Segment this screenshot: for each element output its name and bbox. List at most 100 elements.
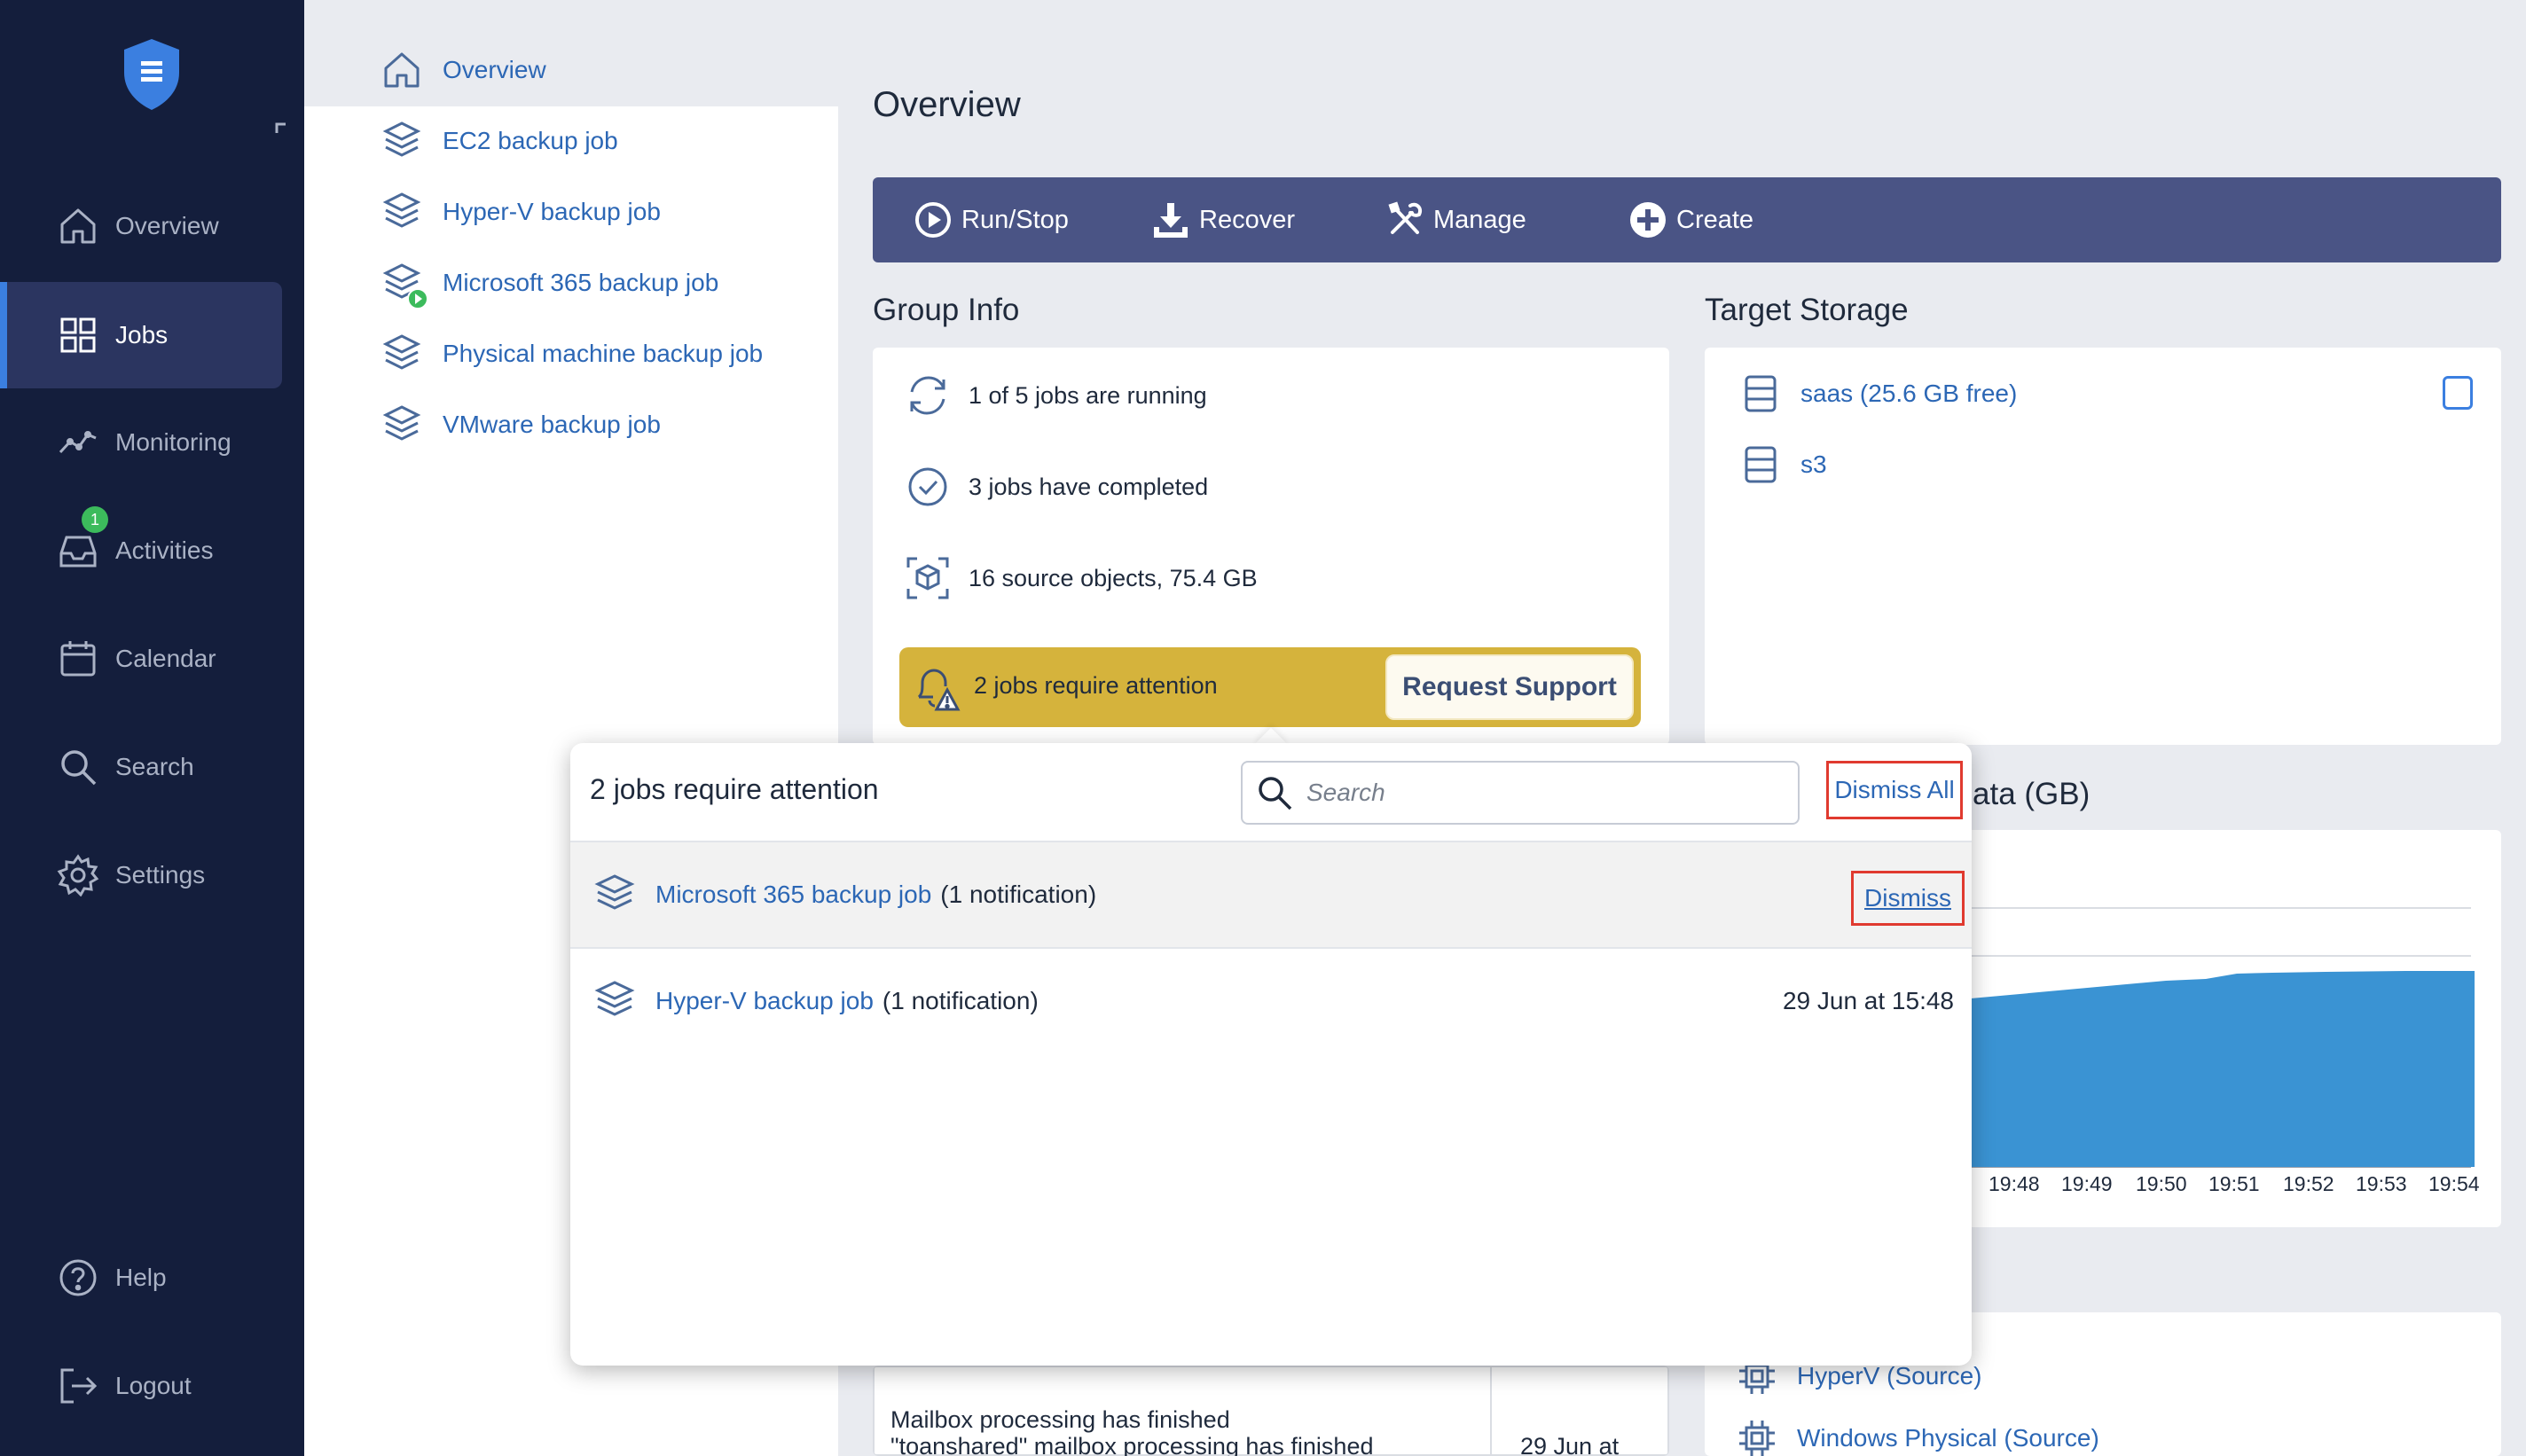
search-icon [55,744,101,790]
x-tick-label: 19:53 [2356,1172,2407,1195]
nav-label: Activities [115,536,214,564]
completed-text: 3 jobs have completed [969,473,1209,500]
target-storage-title: Target Storage [1705,293,1909,327]
completed-info: 3 jobs have completed [905,460,1208,513]
source-objects-info: 16 source objects, 75.4 GB [905,552,1258,605]
event-message: Mailbox processing has finished [890,1406,1230,1433]
nav-label: Search [115,753,194,780]
nav-label: Calendar [115,645,216,672]
nav-activities[interactable]: 1 Activities [0,497,277,604]
source-label: HyperV (Source) [1797,1362,1982,1389]
nav-label: Jobs [115,321,169,348]
event-row[interactable]: Mailbox processing has finished "toansha… [890,1406,1476,1456]
stack-icon [380,403,423,446]
x-tick-label: 19:51 [2208,1172,2260,1195]
recover-label: Recover [1199,205,1295,234]
storage-item-saas[interactable]: saas (25.6 GB free) [1740,367,2017,420]
popup-search-box [1241,761,1800,825]
attention-popup: 2 jobs require attention Dismiss All Mic… [570,743,1972,1366]
attention-text: 2 jobs require attention [974,672,1218,699]
dismiss-all-button[interactable]: Dismiss All [1826,761,1963,819]
job-list-label: Hyper-V backup job [443,198,661,225]
x-tick-label: 19:50 [2136,1172,2187,1195]
popup-search-input[interactable] [1306,779,1768,807]
job-list-m365[interactable]: Microsoft 365 backup job [380,256,718,309]
attention-bar[interactable]: 2 jobs require attention Request Support [899,647,1641,727]
notification-row[interactable]: Microsoft 365 backup job (1 notification… [570,841,1972,947]
stack-icon [592,978,638,1024]
nav-label: Logout [115,1372,192,1399]
create-button[interactable]: Create [1628,177,1753,262]
running-text: 1 of 5 jobs are running [969,381,1207,409]
source-item-windows-physical[interactable]: Windows Physical (Source) [1737,1412,2099,1456]
manage-button[interactable]: Manage [1385,177,1526,262]
job-list-overview[interactable]: Overview [380,43,546,97]
job-list-vmware[interactable]: VMware backup job [380,398,661,451]
storage-checkbox[interactable] [2443,376,2473,410]
run-stop-button[interactable]: Run/Stop [914,177,1069,262]
tools-icon [1385,200,1424,239]
nav-overview[interactable]: Overview [0,173,277,279]
storage-label: s3 [1800,450,1827,478]
events-table: Mailbox processing has finished "toansha… [873,1366,1669,1456]
cube-scan-icon [905,555,951,601]
home-icon [380,49,423,91]
home-icon [55,203,101,249]
inbox-icon [55,528,101,574]
stack-icon [380,120,423,162]
event-time: 29 Jun at [1520,1433,1620,1456]
nav-label: Overview [115,212,219,239]
nav-help[interactable]: Help [0,1225,277,1331]
area-series [1971,971,2475,1167]
storage-item-s3[interactable]: s3 [1740,438,1827,491]
stack-icon [380,191,423,233]
notification-job-link[interactable]: Hyper-V backup job [655,987,874,1015]
notification-row[interactable]: Hyper-V backup job (1 notification) 29 J… [570,947,1972,1053]
job-list-label: Microsoft 365 backup job [443,269,719,296]
source-objects-text: 16 source objects, 75.4 GB [969,564,1258,591]
stack-icon [380,333,423,375]
check-circle-icon [905,464,951,510]
event-detail: "toanshared" mailbox processing has fini… [890,1433,1374,1456]
activities-badge: 1 [82,506,108,533]
nav-search[interactable]: Search [0,714,277,820]
app-logo-icon [121,37,183,112]
help-icon [55,1255,101,1301]
storage-icon [1740,444,1781,485]
job-list-hyperv[interactable]: Hyper-V backup job [380,185,661,239]
bell-warning-icon [910,663,961,715]
create-label: Create [1676,205,1754,234]
nav-settings[interactable]: Settings [0,822,277,928]
x-tick-label: 19:49 [2061,1172,2113,1195]
nav-jobs[interactable]: Jobs [0,282,282,388]
sidebar: Overview Jobs Monitoring 1 Activities Ca… [0,0,304,1456]
search-icon [1255,773,1294,812]
page-title: Overview [873,85,1021,124]
nav-calendar[interactable]: Calendar [0,606,277,712]
request-support-button[interactable]: Request Support [1385,654,1634,720]
popup-title: 2 jobs require attention [590,773,879,805]
nav-monitoring[interactable]: Monitoring [0,389,277,496]
stack-running-icon [380,262,428,309]
chip-icon [1737,1418,1777,1456]
recover-button[interactable]: Recover [1151,177,1295,262]
grid-icon [55,312,101,358]
job-list-ec2[interactable]: EC2 backup job [380,114,618,168]
plus-circle-icon [1628,200,1667,239]
gear-icon [55,852,101,898]
sync-icon [905,372,951,419]
nav-logout[interactable]: Logout [0,1333,277,1439]
collapse-sidebar-icon[interactable] [275,122,287,135]
play-circle-icon [914,200,953,239]
x-tick-label: 19:52 [2283,1172,2334,1195]
notification-job-link[interactable]: Microsoft 365 backup job [655,881,931,909]
logout-icon [55,1363,101,1409]
nav-label: Settings [115,861,206,888]
group-info-title: Group Info [873,293,1020,327]
nav-label: Help [115,1264,167,1291]
job-list-label: EC2 backup job [443,127,618,154]
notification-count: (1 notification) [940,881,1097,908]
job-list-physical[interactable]: Physical machine backup job [380,327,763,380]
dismiss-button[interactable]: Dismiss [1851,871,1965,926]
storage-icon [1740,373,1781,414]
